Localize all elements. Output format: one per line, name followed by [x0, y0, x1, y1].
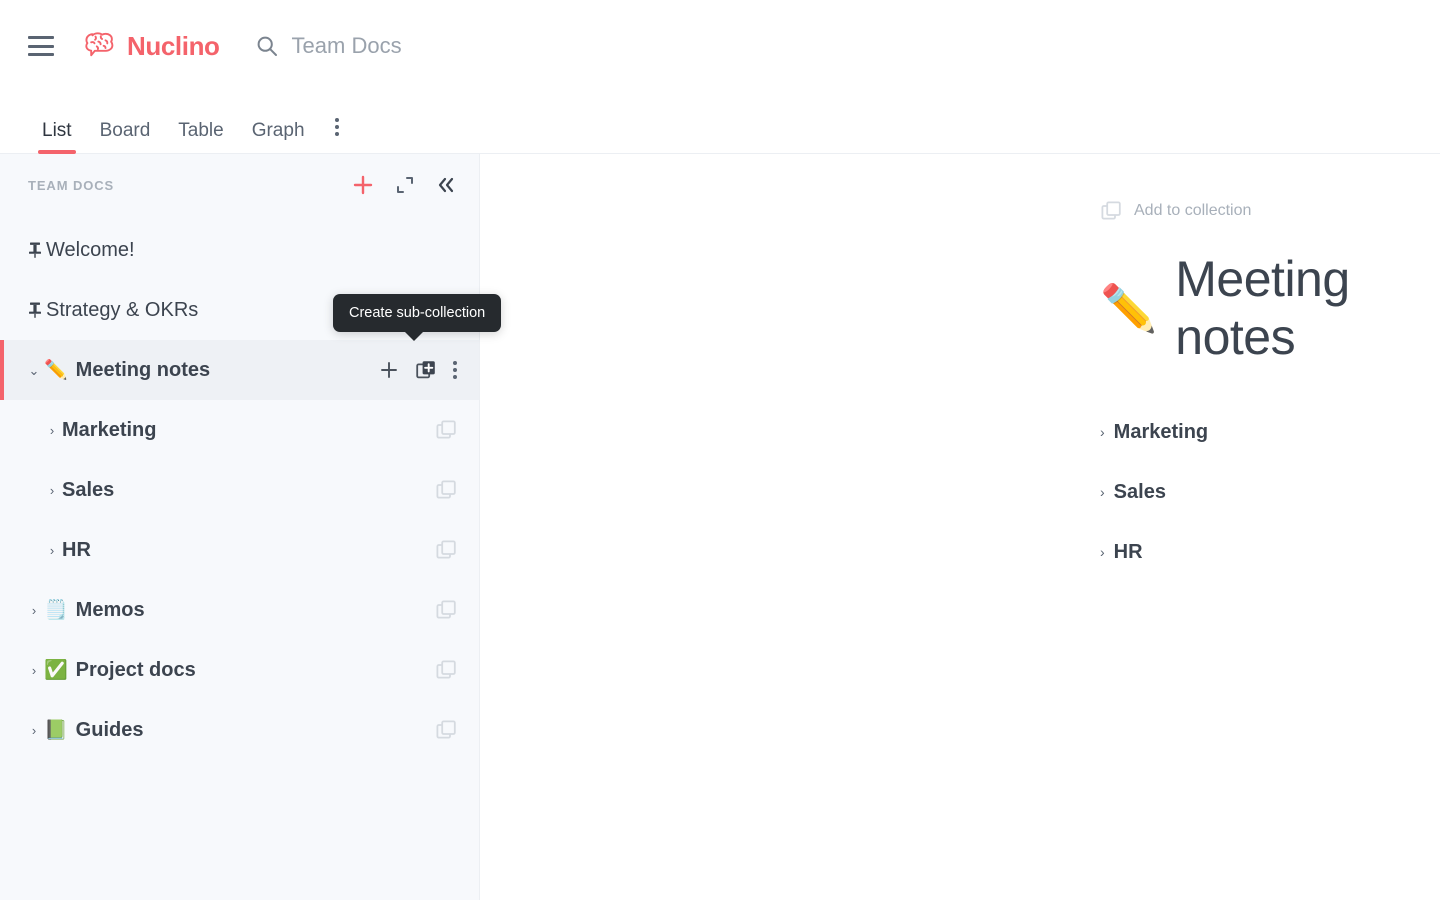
- page-title-text[interactable]: Meeting notes: [1175, 250, 1440, 366]
- sidebar-item-welcome[interactable]: Welcome!: [0, 220, 479, 280]
- top-bar: Nuclino Team Docs: [0, 0, 1440, 92]
- content-item-sales[interactable]: › Sales: [1100, 462, 1166, 522]
- plus-icon: [381, 362, 397, 378]
- page-title: ✏️ Meeting notes: [1100, 250, 1440, 366]
- tooltip-text: Create sub-collection: [349, 305, 486, 321]
- chevron-right-icon[interactable]: ›: [24, 604, 44, 617]
- sidebar-item-label: Sales: [62, 478, 115, 501]
- nuclino-brain-logo-icon: [85, 32, 114, 57]
- stack-copy-icon: [436, 420, 456, 439]
- sidebar-item-label: Project docs: [75, 658, 196, 681]
- sidebar-item-label: HR: [62, 538, 91, 561]
- content-item-hr[interactable]: › HR: [1100, 522, 1143, 582]
- more-vertical-icon: [334, 118, 339, 140]
- sidebar-item-label: Memos: [75, 598, 145, 621]
- sidebar-item-meeting-notes[interactable]: ⌄ ✏️ Meeting notes: [0, 340, 479, 400]
- tabs-more-button[interactable]: [319, 92, 355, 154]
- pencil-emoji-icon: ✏️: [1100, 282, 1158, 334]
- sidebar-row-actions: [435, 719, 457, 741]
- sidebar-row-actions: [379, 359, 457, 381]
- chevron-down-icon[interactable]: ⌄: [24, 364, 44, 377]
- brand-logo[interactable]: Nuclino: [84, 31, 220, 62]
- sidebar-actions: [351, 173, 457, 197]
- pin-icon: [24, 301, 46, 319]
- sidebar-item-hr[interactable]: › HR: [0, 520, 479, 580]
- content-item-label: HR: [1113, 540, 1143, 563]
- search-input[interactable]: Team Docs: [256, 33, 402, 59]
- chevron-right-icon[interactable]: ›: [42, 544, 62, 557]
- sidebar-row-actions: [435, 599, 457, 621]
- sidebar-item-sales[interactable]: › Sales: [0, 460, 479, 520]
- create-sub-collection-button[interactable]: [415, 359, 437, 381]
- chevron-right-icon[interactable]: ›: [24, 724, 44, 737]
- stack-copy-icon: [436, 660, 456, 679]
- pencil-emoji-icon: ✏️: [44, 359, 68, 381]
- sidebar-row-actions: [435, 659, 457, 681]
- search-icon: [257, 36, 277, 56]
- pin-icon: [24, 241, 46, 259]
- sidebar-item-guides[interactable]: › 📗 Guides: [0, 700, 479, 760]
- add-to-collection-button[interactable]: [435, 419, 457, 441]
- sidebar-title: TEAM DOCS: [28, 177, 115, 193]
- sidebar-row-actions: [435, 419, 457, 441]
- stack-copy-icon: [436, 480, 456, 499]
- add-item-button[interactable]: [351, 173, 375, 197]
- hamburger-menu-icon[interactable]: [28, 36, 54, 56]
- stack-copy-icon: [436, 600, 456, 619]
- row-more-button[interactable]: [453, 361, 457, 379]
- more-vertical-icon: [453, 361, 457, 379]
- stack-copy-icon: [1101, 201, 1121, 220]
- stack-copy-icon: [436, 540, 456, 559]
- chevron-right-icon[interactable]: ›: [1100, 545, 1105, 559]
- add-to-stack-icon: [416, 361, 435, 379]
- tab-board[interactable]: Board: [86, 121, 165, 154]
- sidebar-item-label: Meeting notes: [75, 358, 211, 381]
- add-to-collection-button[interactable]: [435, 599, 457, 621]
- tab-list[interactable]: List: [28, 121, 86, 154]
- add-to-collection-button[interactable]: [435, 539, 457, 561]
- tab-table[interactable]: Table: [164, 121, 237, 154]
- chevron-right-icon[interactable]: ›: [1100, 425, 1105, 439]
- sidebar: TEAM DOCS Welcome! Strategy & OKRs ⌄ ✏️ …: [0, 154, 480, 900]
- collapse-sidebar-button[interactable]: [435, 174, 457, 196]
- chevron-right-icon[interactable]: ›: [1100, 485, 1105, 499]
- sidebar-item-project-docs[interactable]: › ✅ Project docs: [0, 640, 479, 700]
- chevrons-left-icon: [438, 177, 454, 193]
- expand-sidebar-button[interactable]: [395, 175, 415, 195]
- expand-icon: [397, 177, 413, 193]
- stack-copy-icon: [436, 720, 456, 739]
- chevron-right-icon[interactable]: ›: [24, 664, 44, 677]
- add-to-collection-button[interactable]: [435, 659, 457, 681]
- add-to-collection-button[interactable]: Add to collection: [1100, 200, 1251, 222]
- content-item-label: Sales: [1113, 480, 1166, 503]
- green-book-emoji-icon: 📗: [44, 719, 68, 741]
- tab-graph[interactable]: Graph: [238, 121, 319, 154]
- sidebar-item-label: Welcome!: [46, 238, 135, 261]
- create-item-button[interactable]: [379, 360, 399, 380]
- app-body: TEAM DOCS Welcome! Strategy & OKRs ⌄ ✏️ …: [0, 154, 1440, 900]
- sidebar-item-marketing[interactable]: › Marketing: [0, 400, 479, 460]
- add-to-collection-button[interactable]: [435, 479, 457, 501]
- sidebar-header: TEAM DOCS: [0, 154, 479, 216]
- content-item-label: Marketing: [1113, 420, 1209, 443]
- chevron-right-icon[interactable]: ›: [42, 424, 62, 437]
- plus-icon: [353, 175, 373, 195]
- sidebar-row-actions: [435, 479, 457, 501]
- tooltip-create-sub-collection: Create sub-collection: [333, 294, 502, 341]
- add-to-collection-label: Add to collection: [1134, 202, 1252, 219]
- sidebar-item-label: Marketing: [62, 418, 157, 441]
- sidebar-item-label: Guides: [75, 718, 144, 741]
- sidebar-item-memos[interactable]: › 🗒️ Memos: [0, 580, 479, 640]
- check-mark-emoji-icon: ✅: [44, 659, 68, 681]
- nuclino-app: Nuclino Team Docs List Board Table Graph…: [0, 0, 1440, 900]
- brand-name: Nuclino: [127, 30, 220, 61]
- main-content: Add to collection ✏️ Meeting notes › Mar…: [480, 154, 1440, 900]
- chevron-right-icon[interactable]: ›: [42, 484, 62, 497]
- add-to-collection-button[interactable]: [435, 719, 457, 741]
- notepad-emoji-icon: 🗒️: [44, 599, 68, 621]
- view-tabs: List Board Table Graph: [0, 92, 1440, 154]
- search-value: Team Docs: [291, 33, 402, 58]
- sidebar-row-actions: [435, 539, 457, 561]
- content-item-marketing[interactable]: › Marketing: [1100, 402, 1208, 462]
